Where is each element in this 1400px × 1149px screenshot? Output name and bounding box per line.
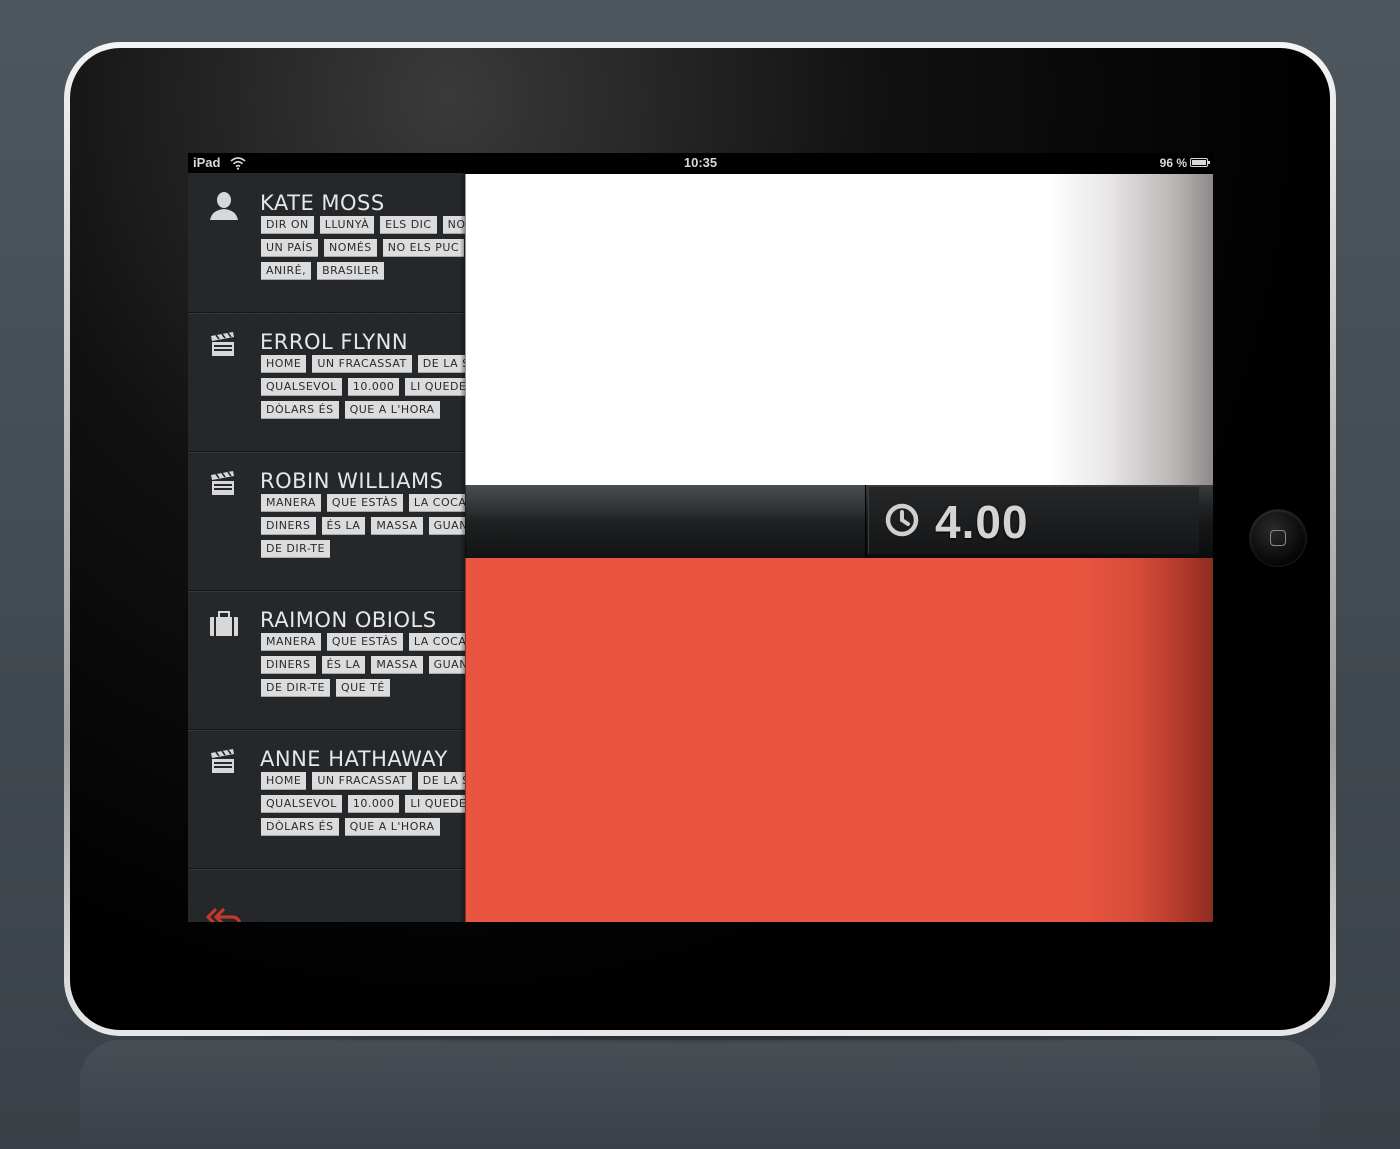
word-tag[interactable]: MASSA [371, 517, 423, 535]
word-tag[interactable]: QUE ESTÀS [326, 494, 403, 512]
tag-area: HOME UN FRACASSAT DE LA SE QUALSEVOL 10.000 L… [188, 729, 465, 868]
word-tag[interactable]: UN FRACASSAT [312, 355, 412, 373]
word-tag[interactable]: HOME [261, 355, 307, 373]
panel-divider-shadow [460, 173, 466, 922]
tag-row: DINERS ÉS LA MASSA GUAN [261, 653, 465, 674]
tag-row: HOME UN FRACASSAT DE LA SE [261, 769, 465, 790]
tag-row: DE DIR-TE [261, 537, 336, 558]
word-tag[interactable]: QUE ESTÀS [326, 633, 403, 651]
tag-area: HOME UN FRACASSAT DE LA SE QUALSEVOL 10.000 L… [188, 312, 465, 451]
word-tag[interactable]: DE LA SE [417, 772, 465, 790]
home-button[interactable] [1250, 510, 1306, 566]
word-tag[interactable]: QUALSEVOL [261, 378, 342, 396]
word-tag[interactable]: MANERA [261, 633, 321, 651]
contact-item[interactable]: KATE MOSS DIR ON LLUNYÀ ELS DIC NO UN PAÍS NOM… [188, 173, 465, 313]
top-white-panel [465, 174, 1213, 485]
tag-row: DE DIR-TE QUE TÉ [261, 676, 396, 697]
word-tag[interactable]: UN PAÍS [261, 239, 318, 257]
tag-row: ANIRÉ, BRASILER [261, 259, 390, 280]
tag-row: MANERA QUE ESTÀS LA COCAÏ [261, 630, 465, 651]
status-time: 10:35 [683, 155, 718, 170]
word-tag[interactable]: DINERS [261, 656, 316, 674]
word-tag[interactable]: ELS DIC [380, 216, 437, 234]
word-tag[interactable]: DINERS [261, 517, 316, 535]
tag-area: MANERA QUE ESTÀS LA COCAÏ DINERS ÉS LA MASSA G… [188, 590, 465, 729]
word-tag[interactable]: QUALSEVOL [261, 795, 342, 813]
word-tag[interactable]: UN FRACASSAT [312, 772, 412, 790]
word-tag[interactable]: ÉS LA [321, 656, 366, 674]
clock-icon [885, 503, 919, 537]
tag-row: MANERA QUE ESTÀS LA COCAÏ [261, 491, 465, 512]
word-tag[interactable]: LLUNYÀ [319, 216, 375, 234]
word-tag[interactable]: LI QUEDEN [405, 795, 465, 813]
word-tag[interactable]: NOMÉS [323, 239, 377, 257]
double-back-arrow-icon[interactable] [206, 905, 242, 922]
home-square-icon [1270, 530, 1286, 546]
battery-percent: 96 % [1159, 156, 1187, 170]
contact-item[interactable]: ANNE HATHAWAYHOMEUN FRACASSATDE LA SEQUA… [188, 729, 465, 869]
word-tag[interactable]: ÉS LA [321, 517, 366, 535]
tag-row: UN PAÍS NOMÉS NO ELS PUC [261, 236, 465, 257]
word-tag[interactable]: MASSA [371, 656, 423, 674]
word-tag[interactable]: DE DIR-TE [261, 679, 330, 697]
status-bar: iPad 10:35 96 % [188, 153, 1213, 173]
word-tag[interactable]: HOME [261, 772, 307, 790]
device-reflection [80, 1040, 1320, 1149]
word-tag[interactable]: QUE A L'HORA [344, 401, 440, 419]
contact-item[interactable]: ROBIN WILLIAMS MANERA QUE ESTÀS LA COCAÏ DIN… [188, 451, 465, 591]
word-tag[interactable]: DE DIR-TE [261, 540, 330, 558]
tag-row: HOME UN FRACASSAT DE LA SE [261, 352, 465, 373]
timer-box[interactable]: 4.00 [868, 487, 1199, 554]
contact-sidebar: KATE MOSS DIR ON LLUNYÀ ELS DIC NO UN PAÍS NOM… [188, 173, 465, 922]
contact-item[interactable]: ERROL FLYNNHOMEUN FRACASSATDE LA SEQUALS… [188, 312, 465, 452]
word-tag[interactable]: DÒLARS ÉS [261, 818, 339, 836]
word-tag[interactable]: DIR ON [261, 216, 314, 234]
word-tag[interactable]: 10.000 [347, 378, 400, 396]
tag-area: DIR ON LLUNYÀ ELS DIC NO UN PAÍS NOMÉS NO ELS … [188, 173, 465, 312]
word-tag[interactable]: LA COCAÏ [408, 494, 465, 512]
word-tag[interactable]: MANERA [261, 494, 321, 512]
screen: iPad 10:35 96 % KATE MOSS DIR ON LLUNYÀ ELS… [188, 153, 1213, 922]
tag-row: QUALSEVOL 10.000 LI QUEDEN [261, 792, 465, 813]
tag-row: DINERS ÉS LA MASSA GUAN [261, 514, 465, 535]
tag-area: MANERA QUE ESTÀS LA COCAÏ DINERS ÉS LA MASSA G… [188, 451, 465, 590]
tag-row: DÒLARS ÉS QUE A L'HORA [261, 398, 446, 419]
bottom-red-panel [465, 558, 1213, 922]
tag-row: DÒLARS ÉS QUE A L'HORA [261, 815, 446, 836]
contact-item[interactable]: RAIMON OBIOLS MANERA QUE ESTÀS LA COCAÏ DINE… [188, 590, 465, 730]
word-tag[interactable]: QUE A L'HORA [344, 818, 440, 836]
battery-icon [1190, 158, 1210, 167]
word-tag[interactable]: 10.000 [347, 795, 400, 813]
tag-row: QUALSEVOL 10.000 LI QUEDEN [261, 375, 465, 396]
word-tag[interactable]: DÒLARS ÉS [261, 401, 339, 419]
timer-value: 4.00 [935, 496, 1029, 548]
word-tag[interactable]: NO ELS PUC [382, 239, 465, 257]
word-tag[interactable]: LA COCAÏ [408, 633, 465, 651]
word-tag[interactable]: ANIRÉ, [261, 262, 312, 280]
word-tag[interactable]: BRASILER [317, 262, 385, 280]
timer-bar-left-band [465, 485, 866, 558]
word-tag[interactable]: DE LA SE [417, 355, 465, 373]
tag-row: DIR ON LLUNYÀ ELS DIC NO [261, 213, 465, 234]
timer-bar: 4.00 [465, 485, 1213, 558]
word-tag[interactable]: QUE TÉ [335, 679, 390, 697]
word-tag[interactable]: LI QUEDEN [405, 378, 465, 396]
